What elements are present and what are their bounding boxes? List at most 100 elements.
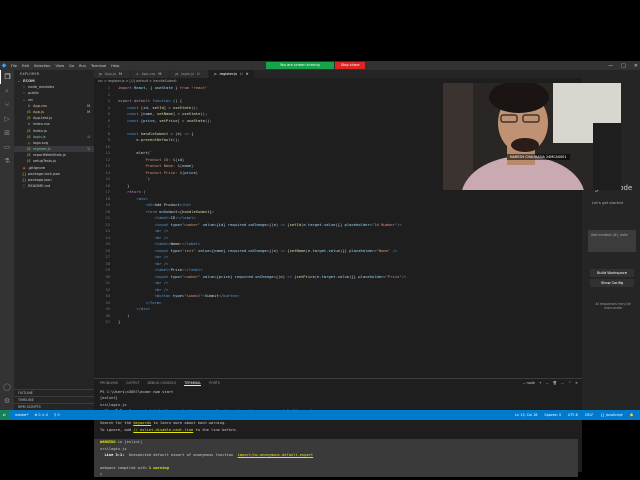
maximize-button[interactable]: □ <box>621 63 626 69</box>
code-text: <br /> <box>154 228 169 233</box>
close-panel-icon[interactable]: ✕ <box>575 381 578 385</box>
outline-section[interactable]: OUTLINE <box>14 389 94 396</box>
close-tab-icon[interactable]: ✕ <box>246 70 249 78</box>
tree-item-label: login.js <box>33 134 46 139</box>
extensions-icon[interactable]: ⊞ <box>0 126 14 140</box>
explorer-icon[interactable]: ❐ <box>0 70 14 84</box>
tree-item-readme-md[interactable]: ⓘ README.md <box>14 183 94 189</box>
tab-status-badge: M <box>158 72 162 76</box>
tab-status-badge: U <box>240 72 243 76</box>
search-icon[interactable]: ⌕ <box>0 84 14 98</box>
vscode-logo-icon: ◆ <box>1 62 7 69</box>
tree-item-label: App.test.js <box>33 116 53 121</box>
tree-item-label: setupTests.js <box>33 159 57 164</box>
code-line: 37} <box>94 319 582 326</box>
panel-tab-debug-console[interactable]: DEBUG CONSOLE <box>147 381 176 385</box>
js-file-icon: JS <box>213 72 217 76</box>
code-text: <input type="number" value={id} required… <box>154 221 402 227</box>
menu-item-help[interactable]: Help <box>111 64 119 68</box>
webcam-name-label: NARESH CHAURASIA 24MCA0001 <box>507 154 570 160</box>
show-config-button[interactable]: Show Config <box>590 279 634 287</box>
settings-gear-icon[interactable]: ⚙ <box>0 394 14 408</box>
code-text: </div> <box>136 306 151 311</box>
panel-tab-ports[interactable]: PORTS <box>209 381 220 385</box>
menu-item-view[interactable]: View <box>56 64 65 68</box>
encoding[interactable]: UTF-8 <box>568 413 578 417</box>
tab-label: App.css <box>141 72 156 76</box>
remote-indicator-icon[interactable]: ⇄ <box>0 410 9 420</box>
menu-item-terminal[interactable]: Terminal <box>91 64 106 68</box>
tree-item-label: package.json <box>28 178 52 182</box>
chat-input[interactable]: Add context (#), exte <box>588 230 636 252</box>
tab-label: App.js <box>104 72 116 76</box>
screen-share-banner: You are screen sharing Stop share <box>266 62 366 69</box>
close-window-button[interactable]: ✕ <box>634 63 638 69</box>
remote-explorer-icon[interactable]: ▭ <box>0 140 14 154</box>
line-ending[interactable]: CRLF <box>585 413 594 417</box>
panel-tab-terminal[interactable]: TERMINAL <box>184 381 202 386</box>
branch-indicator[interactable]: master* <box>15 413 29 417</box>
timeline-section[interactable]: TIMELINE <box>14 396 94 403</box>
tree-item-label: App.js <box>33 109 45 114</box>
bell-icon[interactable]: 🔔 <box>630 413 634 417</box>
line-number: 37 <box>105 319 110 324</box>
tab-app-js[interactable]: JS App.js M <box>94 70 131 78</box>
menu-item-edit[interactable]: Edit <box>22 64 29 68</box>
code-text: `) <box>145 176 151 181</box>
explorer-title: EXPLORER <box>20 72 40 76</box>
menu-item-go[interactable]: Go <box>69 64 74 68</box>
code-text: ) <box>118 312 130 318</box>
tree-item-label: logo.svg <box>33 140 49 145</box>
code-text: export default function () { <box>118 98 183 103</box>
terminal-select-dropdown[interactable]: ⌄ node <box>523 381 535 385</box>
panel-tab-output[interactable]: OUTPUT <box>126 381 139 385</box>
share-message: You are screen sharing <box>266 62 334 69</box>
run-debug-icon[interactable]: ▷ <box>0 112 14 126</box>
panel-tab-problems[interactable]: PROBLEMS <box>100 381 118 385</box>
terminal-output[interactable]: PS C:\Users\n3657\ecom> npm start [eslint… <box>94 389 578 478</box>
npm-scripts-section[interactable]: NPM SCRIPTS <box>14 403 94 410</box>
tree-item-label: README.md <box>28 184 51 189</box>
split-dropdown-icon[interactable]: ⌄ <box>546 381 549 385</box>
code-text: <input type="number" value={price} requi… <box>154 273 407 279</box>
js-file-icon: JS <box>175 72 179 76</box>
problems-indicator[interactable]: ⊗ 0 ⚠ 0 <box>35 413 48 417</box>
menu-item-file[interactable]: File <box>11 64 17 68</box>
tab-label: login.js <box>181 72 195 76</box>
code-text: <form onSubmit={handleSubmit}> <box>145 208 215 214</box>
code-text: alert(` <box>136 150 153 155</box>
tab-app-css[interactable]: # App.css M <box>130 70 171 78</box>
minimize-button[interactable]: — <box>608 63 613 69</box>
code-text: return ( <box>127 189 146 194</box>
language-mode[interactable]: {} JavaScript <box>600 413 622 417</box>
tree-item-label: index.css <box>33 122 50 127</box>
menu-item-selection[interactable]: Selection <box>34 64 51 68</box>
maximize-panel-icon[interactable]: ^ <box>568 381 571 385</box>
webcam-overlay: NARESH CHAURASIA 24MCA0001 <box>443 83 621 190</box>
menu-bar: File Edit Selection View Go Run Terminal Help <box>11 64 119 68</box>
status-bar: ⇄ master* ⊗ 0 ⚠ 0 ⚲ 0 Ln 13, Col 18 Spac… <box>0 410 640 420</box>
indentation[interactable]: Spaces: 4 <box>544 413 560 417</box>
activity-bar: ❐ ⌕ ⑂ ▷ ⊞ ▭ ⚗ ◯ ⚙ <box>0 70 14 410</box>
sidebar-bottom-sections: OUTLINE TIMELINE NPM SCRIPTS <box>14 389 94 410</box>
tree-item-label: register.js <box>33 147 51 152</box>
tab-register-js[interactable]: JS register.js U ✕ <box>208 70 255 78</box>
more-icon[interactable]: … <box>561 381 564 385</box>
account-icon[interactable]: ◯ <box>0 380 14 394</box>
tab-status-badge: M <box>118 72 122 76</box>
testing-icon[interactable]: ⚗ <box>0 154 14 168</box>
tab-login-js[interactable]: JS login.js U <box>170 70 209 78</box>
source-control-icon[interactable]: ⑂ <box>0 98 14 112</box>
new-terminal-icon[interactable]: + <box>539 381 542 385</box>
code-text: </form> <box>145 299 162 305</box>
ports-indicator[interactable]: ⚲ 0 <box>54 413 60 417</box>
cursor-position[interactable]: Ln 13, Col 18 <box>515 413 537 417</box>
tree-item-label: node_modules <box>28 85 55 90</box>
menu-item-run[interactable]: Run <box>79 64 86 68</box>
code-text: <br /> <box>154 286 169 292</box>
terminal-line: ▯ <box>94 470 578 478</box>
tree-item-label: package-lock.json <box>28 171 61 176</box>
build-workspace-button[interactable]: Build Workspace <box>590 269 634 277</box>
stop-share-button[interactable]: Stop share <box>334 62 366 69</box>
trash-icon[interactable]: 🗑 <box>553 381 557 385</box>
